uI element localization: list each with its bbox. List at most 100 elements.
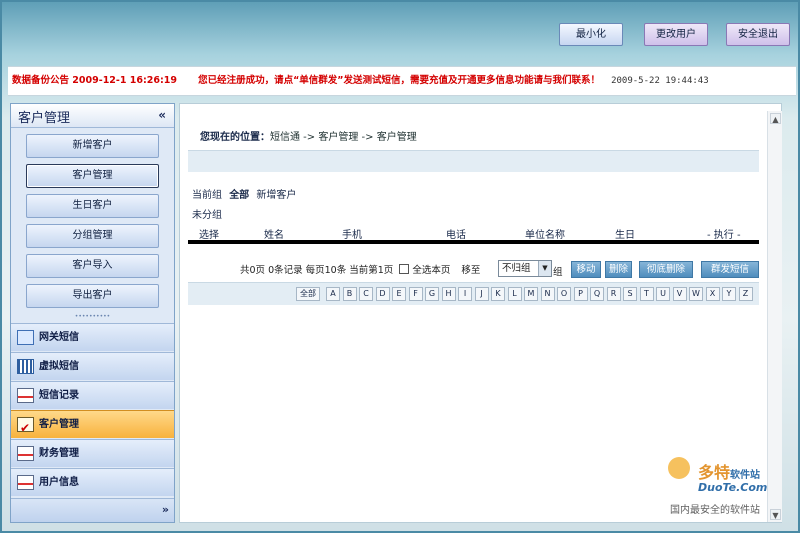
submenu-birthday-customers[interactable]: 生日客户 <box>26 194 159 218</box>
letter-c[interactable]: C <box>359 287 373 301</box>
group-suffix-label: 组 <box>553 267 563 278</box>
group-all-link[interactable]: 全部 <box>229 190 249 201</box>
registration-message: 您已经注册成功，请点“单信群发”发送测试短信，需要充值及开通更多信息功能请与我们… <box>198 75 601 86</box>
nav-label: 网关短信 <box>39 332 79 343</box>
letter-t[interactable]: T <box>639 287 654 301</box>
select-page-checkbox[interactable] <box>399 264 410 274</box>
submenu-customer-management[interactable]: 客户管理 <box>26 164 159 188</box>
sidebar-title: 客户管理 <box>18 111 71 126</box>
nav-virtual-sms[interactable]: 虚拟短信 <box>11 352 174 380</box>
splitter-grip[interactable]: •••••••••• <box>11 314 174 320</box>
pager: 共0页 0条记录 每页10条 当前第1页 全选本页 移至 <box>240 262 480 276</box>
letter-k[interactable]: K <box>491 287 505 301</box>
table-header: 选择 姓名 手机 电话 单位名称 生日 - 执行 - <box>188 224 759 241</box>
col-name: 姓名 <box>264 230 284 241</box>
nav-label: 用户信息 <box>39 477 79 488</box>
safe-exit-button[interactable]: 安全退出 <box>726 23 790 46</box>
watermark: 多特软件站 DuoTe.Com 国内最安全的软件站 <box>662 457 797 522</box>
nav-finance-management[interactable]: 财务管理 <box>11 439 174 467</box>
change-user-button[interactable]: 更改用户 <box>644 23 708 46</box>
letter-y[interactable]: Y <box>722 287 736 301</box>
letter-e[interactable]: E <box>392 287 406 301</box>
nav-sms-records[interactable]: 短信记录 <box>11 381 174 409</box>
ungrouped-link[interactable]: 未分组 <box>192 206 222 221</box>
new-customer-link[interactable]: 新增客户 <box>256 190 296 201</box>
card-icon <box>17 446 34 461</box>
more-chevron-icon[interactable]: » <box>162 503 169 516</box>
letter-h[interactable]: H <box>441 287 456 301</box>
collapse-icon[interactable]: « <box>158 108 166 122</box>
letter-r[interactable]: R <box>606 287 621 301</box>
letter-n[interactable]: N <box>540 287 555 301</box>
watermark-domain: DuoTe.Com <box>698 481 768 494</box>
table-divider <box>188 240 759 244</box>
letter-w[interactable]: W <box>689 287 703 301</box>
minimize-button[interactable]: 最小化 <box>559 23 623 46</box>
letter-i[interactable]: I <box>458 287 472 301</box>
letter-o[interactable]: O <box>557 287 571 301</box>
nav-label: 短信记录 <box>39 390 79 401</box>
letter-q[interactable]: Q <box>590 287 604 301</box>
sidebar-footer: » <box>11 498 174 522</box>
col-select: 选择 <box>199 230 219 241</box>
letter-s[interactable]: S <box>623 287 637 301</box>
mass-sms-button[interactable]: 群发短信 <box>701 261 759 278</box>
move-to-label: 移至 <box>461 265 481 276</box>
letter-x[interactable]: X <box>705 287 720 301</box>
letter-p[interactable]: P <box>573 287 588 301</box>
submenu-new-customer[interactable]: 新增客户 <box>26 134 159 158</box>
group-filter: 当前组 全部 新增客户 <box>192 186 296 201</box>
submenu-group-management[interactable]: 分组管理 <box>26 224 159 248</box>
group-select[interactable]: 不归组 ▼ <box>498 260 552 277</box>
envelope-icon <box>17 330 34 345</box>
current-group-label: 当前组 <box>192 190 222 201</box>
checklist-icon <box>17 415 34 442</box>
letter-l[interactable]: L <box>507 287 522 301</box>
letter-a[interactable]: A <box>326 287 340 301</box>
backup-announcement[interactable]: 数据备份公告 2009-12-1 16:26:19 <box>12 75 177 86</box>
app-window: 最小化 更改用户 安全退出 数据备份公告 2009-12-1 16:26:19 … <box>0 0 800 533</box>
permanent-delete-button[interactable]: 彻底删除 <box>639 261 693 278</box>
submenu-export-customers[interactable]: 导出客户 <box>26 284 159 308</box>
delete-button[interactable]: 删除 <box>605 261 632 278</box>
scroll-up-icon[interactable]: ▲ <box>770 113 781 124</box>
notice-bar: 数据备份公告 2009-12-1 16:26:19 您已经注册成功，请点“单信群… <box>8 66 796 96</box>
chevron-down-icon: ▼ <box>538 261 551 276</box>
col-action: - 执行 - <box>707 230 741 241</box>
submenu-customer-import[interactable]: 客户导入 <box>26 254 159 278</box>
nav-gateway-sms[interactable]: 网关短信 <box>11 323 174 351</box>
select-all-label: 全选本页 <box>412 265 451 276</box>
letter-f[interactable]: F <box>408 287 423 301</box>
move-button[interactable]: 移动 <box>571 261 601 278</box>
letter-b[interactable]: B <box>342 287 357 301</box>
notice-timestamp: 2009-5-22 19:44:43 <box>611 76 709 86</box>
letter-v[interactable]: V <box>672 287 687 301</box>
watermark-brand: 多特软件站 <box>698 463 761 482</box>
breadcrumb-path: 短信通 -> 客户管理 -> 客户管理 <box>270 132 417 143</box>
letter-u[interactable]: U <box>656 287 670 301</box>
letter-j[interactable]: J <box>474 287 489 301</box>
breadcrumb: 您现在的位置：短信通 -> 客户管理 -> 客户管理 <box>200 128 417 143</box>
col-phone: 电话 <box>446 230 466 241</box>
nav-label: 客户管理 <box>39 419 79 430</box>
letter-d[interactable]: D <box>375 287 390 301</box>
letter-all[interactable]: 全部 <box>296 287 320 301</box>
toolbar-strip <box>188 150 759 172</box>
group-select-value: 不归组 <box>502 263 531 274</box>
letter-m[interactable]: M <box>524 287 538 301</box>
mascot-icon <box>668 457 690 479</box>
letter-g[interactable]: G <box>425 287 439 301</box>
pager-info: 共0页 0条记录 每页10条 当前第1页 <box>240 265 394 276</box>
sidebar: 客户管理 « 新增客户 客户管理 生日客户 分组管理 客户导入 导出客户 •••… <box>10 103 175 523</box>
sidebar-header: 客户管理 « <box>11 104 174 128</box>
card-icon <box>17 388 34 403</box>
col-mobile: 手机 <box>342 230 362 241</box>
breadcrumb-label: 您现在的位置： <box>200 132 270 143</box>
nav-user-info[interactable]: 用户信息 <box>11 468 174 496</box>
nav-customer-management[interactable]: 客户管理 <box>11 410 174 442</box>
nav-label: 财务管理 <box>39 448 79 459</box>
letter-z[interactable]: Z <box>738 287 753 301</box>
submenu: 新增客户 客户管理 生日客户 分组管理 客户导入 导出客户 <box>11 128 174 308</box>
letter-filter-bar: 全部 A B C D E F G H I J K L M N O P Q R S T U V W X Y Z <box>188 282 759 305</box>
col-company: 单位名称 <box>525 230 565 241</box>
